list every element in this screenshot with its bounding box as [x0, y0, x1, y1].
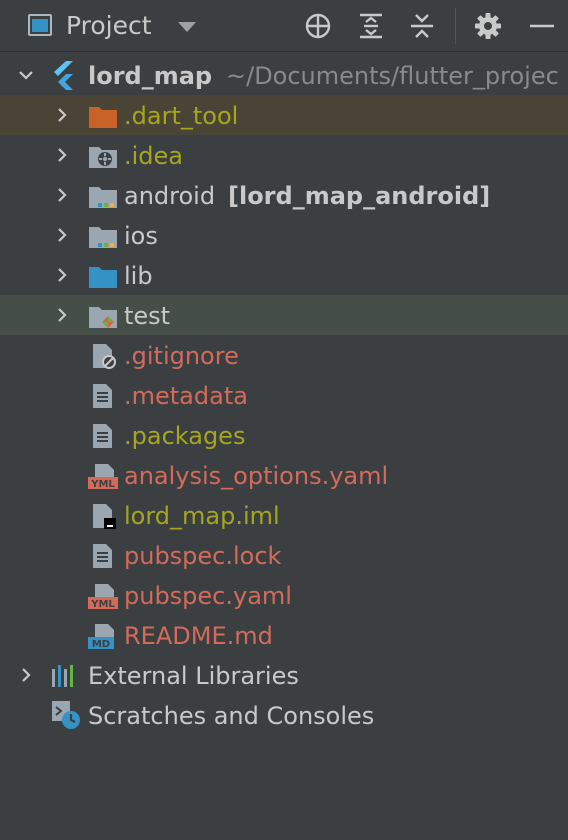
text-file-icon — [93, 544, 112, 568]
view-selector-title[interactable]: Project — [66, 11, 152, 41]
toolbar-separator — [455, 8, 456, 44]
root-name: lord_map — [88, 62, 213, 90]
tree-item-label: .idea — [124, 142, 184, 170]
tree-item-lib[interactable]: lib — [0, 255, 568, 295]
folder-test-icon — [89, 307, 117, 328]
tree-item-dart-tool[interactable]: .dart_tool — [0, 95, 568, 135]
tree-item-pubspec-yaml[interactable]: YML pubspec.yaml — [0, 575, 568, 615]
tree-item-test[interactable]: test — [0, 295, 568, 335]
tree-item-label: .dart_tool — [124, 102, 239, 130]
chevron-right-icon[interactable] — [54, 147, 70, 163]
tree-item-analysis-options[interactable]: YML analysis_options.yaml — [0, 455, 568, 495]
tree-item-label: ios — [124, 222, 158, 250]
chevron-right-icon[interactable] — [54, 187, 70, 203]
library-icon — [52, 665, 73, 687]
markdown-file-icon: MD — [88, 624, 114, 649]
module-name-label: [lord_map_android] — [228, 182, 491, 210]
tree-item-label: android — [124, 182, 216, 210]
chevron-right-icon[interactable] — [54, 267, 70, 283]
tree-item-label: analysis_options.yaml — [124, 462, 389, 490]
tree-item-android[interactable]: android [lord_map_android] — [0, 175, 568, 215]
minimize-icon[interactable] — [528, 12, 556, 40]
tree-item-label: lord_map.iml — [124, 502, 280, 530]
collapse-all-icon[interactable] — [408, 12, 436, 40]
scratches-icon — [52, 701, 80, 729]
tree-item-label: pubspec.lock — [124, 542, 282, 570]
tree-item-label: test — [124, 302, 171, 330]
tree-item-idea[interactable]: .idea — [0, 135, 568, 175]
tree-item-pubspec-lock[interactable]: pubspec.lock — [0, 535, 568, 575]
tree-item-scratches[interactable]: Scratches and Consoles — [0, 695, 568, 735]
tree-item-gitignore[interactable]: .gitignore — [0, 335, 568, 375]
gear-icon[interactable] — [474, 12, 502, 40]
project-tool-window: Project lord_map ~/Documents/flutter_pro… — [0, 0, 568, 840]
flutter-icon — [54, 61, 73, 90]
svg-text:MD: MD — [92, 639, 110, 649]
folder-source-icon — [89, 267, 117, 288]
yaml-file-icon: YML — [88, 464, 118, 489]
expand-all-icon[interactable] — [357, 12, 385, 40]
folder-excluded-icon — [89, 107, 117, 128]
text-file-icon — [93, 384, 112, 408]
yaml-file-icon: YML — [88, 584, 118, 609]
chevron-right-icon[interactable] — [54, 307, 70, 323]
tree-item-label: Scratches and Consoles — [88, 702, 375, 730]
folder-module-icon — [89, 227, 117, 248]
tree-item-readme[interactable]: MD README.md — [0, 615, 568, 655]
svg-text:YML: YML — [90, 599, 115, 609]
tree-item-lord-map-iml[interactable]: lord_map.iml — [0, 495, 568, 535]
tree-item-label: External Libraries — [88, 662, 299, 690]
iml-file-icon — [93, 504, 116, 529]
tree-item-metadata[interactable]: .metadata — [0, 375, 568, 415]
tree-root-row[interactable]: lord_map ~/Documents/flutter_projec — [0, 55, 568, 95]
tree-item-label: .gitignore — [124, 342, 239, 370]
chevron-right-icon[interactable] — [54, 107, 70, 123]
chevron-right-icon[interactable] — [54, 227, 70, 243]
project-view-icon — [28, 14, 52, 36]
folder-idea-icon — [89, 147, 117, 168]
ignore-file-icon — [93, 344, 116, 369]
svg-text:YML: YML — [90, 479, 115, 489]
chevron-right-icon[interactable] — [18, 667, 34, 683]
tree-item-label: .metadata — [124, 382, 248, 410]
locate-icon[interactable] — [304, 12, 332, 40]
chevron-down-icon[interactable] — [178, 22, 196, 32]
root-path: ~/Documents/flutter_projec — [226, 62, 559, 90]
tree-item-label: README.md — [124, 622, 273, 650]
folder-module-icon — [89, 187, 117, 208]
tree-item-label: .packages — [124, 422, 246, 450]
tree-item-packages[interactable]: .packages — [0, 415, 568, 455]
tree-item-external-libraries[interactable]: External Libraries — [0, 655, 568, 695]
text-file-icon — [93, 424, 112, 448]
tree-item-ios[interactable]: ios — [0, 215, 568, 255]
chevron-down-icon[interactable] — [18, 67, 34, 83]
tree-item-label: pubspec.yaml — [124, 582, 292, 610]
tree-item-label: lib — [124, 262, 153, 290]
tool-window-header: Project — [0, 0, 568, 52]
